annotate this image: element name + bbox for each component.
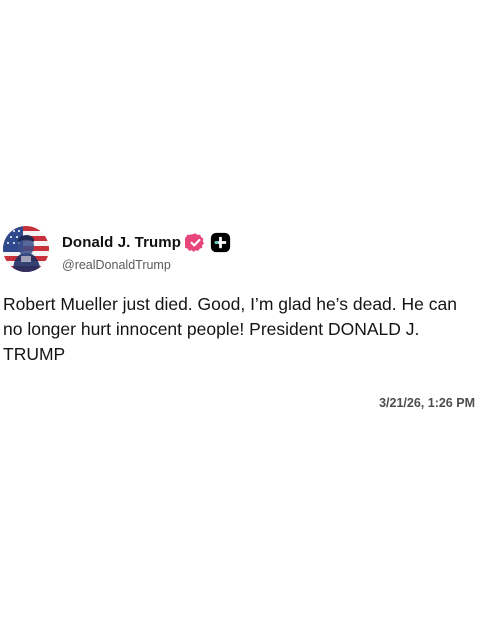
author-name-row: Donald J. Trump	[62, 232, 231, 253]
post-header: Donald J. Trump @realDonaldTrump	[0, 224, 479, 284]
avatar[interactable]	[3, 226, 49, 272]
author-display-name[interactable]: Donald J. Trump	[62, 234, 181, 251]
author-handle[interactable]: @realDonaldTrump	[62, 258, 171, 272]
post-timestamp[interactable]: 3/21/26, 1:26 PM	[379, 396, 475, 410]
verified-check-icon	[185, 232, 206, 253]
post-body-text: Robert Mueller just died. Good, I’m glad…	[3, 294, 457, 364]
truth-social-plus-icon	[210, 232, 231, 253]
post-card: Donald J. Trump @realDonaldTrump Robert …	[0, 224, 479, 410]
flag-portrait-avatar-icon	[3, 226, 49, 272]
